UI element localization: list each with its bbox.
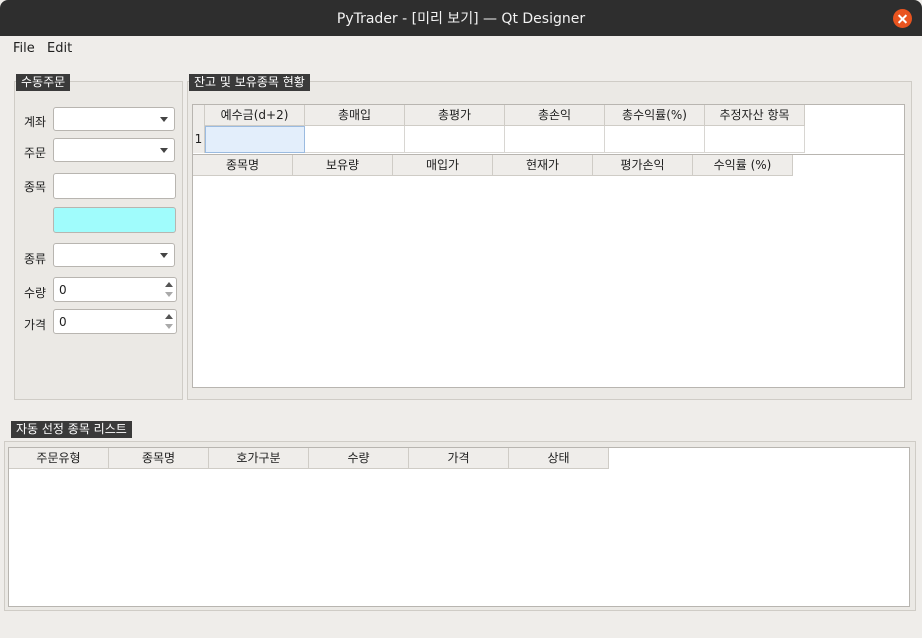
manual-order-title: 수동주문 bbox=[16, 74, 71, 91]
account-combo[interactable] bbox=[53, 107, 175, 131]
column-header[interactable]: 수익률 (%) bbox=[693, 155, 793, 176]
column-header[interactable]: 상태 bbox=[509, 448, 609, 469]
account-label: 계좌 bbox=[24, 115, 47, 129]
price-value: 0 bbox=[59, 315, 67, 329]
table-cell[interactable] bbox=[405, 126, 505, 153]
menu-file[interactable]: File bbox=[13, 41, 35, 56]
column-header[interactable]: 보유량 bbox=[293, 155, 393, 176]
table-cell[interactable] bbox=[505, 126, 605, 153]
price-label: 가격 bbox=[24, 318, 47, 332]
column-header[interactable]: 추정자산 항목 bbox=[705, 105, 805, 126]
column-header[interactable]: 매입가 bbox=[393, 155, 493, 176]
column-header[interactable]: 총평가 bbox=[405, 105, 505, 126]
close-icon[interactable] bbox=[893, 9, 912, 28]
table-cell[interactable] bbox=[605, 126, 705, 153]
spin-down-icon[interactable] bbox=[164, 322, 174, 332]
summary-table: 예수금(d+2) 총매입 총평가 총손익 총수익률(%) 추정자산 항목 1 bbox=[192, 104, 905, 155]
holdings-table[interactable]: 종목명 보유량 매입가 현재가 평가손익 수익률 (%) bbox=[192, 154, 905, 388]
type-label: 종류 bbox=[24, 252, 47, 266]
column-header[interactable]: 현재가 bbox=[493, 155, 593, 176]
column-header[interactable]: 예수금(d+2) bbox=[205, 105, 305, 126]
row-header[interactable]: 1 bbox=[193, 126, 205, 153]
spin-up-icon[interactable] bbox=[164, 311, 174, 321]
price-spinbox[interactable]: 0 bbox=[53, 309, 177, 334]
quantity-label: 수량 bbox=[24, 286, 47, 300]
stock-label: 종목 bbox=[24, 180, 47, 194]
corner-header bbox=[193, 105, 205, 126]
column-header[interactable]: 수량 bbox=[309, 448, 409, 469]
column-header[interactable]: 종목명 bbox=[109, 448, 209, 469]
column-header[interactable]: 가격 bbox=[409, 448, 509, 469]
table-cell[interactable] bbox=[705, 126, 805, 153]
menu-bar: File Edit bbox=[0, 37, 922, 59]
chevron-down-icon bbox=[160, 117, 168, 122]
balance-title: 잔고 및 보유종목 현황 bbox=[189, 74, 310, 91]
quantity-spinbox[interactable]: 0 bbox=[53, 277, 177, 302]
column-header[interactable]: 평가손익 bbox=[593, 155, 693, 176]
menu-edit[interactable]: Edit bbox=[47, 41, 72, 56]
column-header[interactable]: 총매입 bbox=[305, 105, 405, 126]
column-header[interactable]: 주문유형 bbox=[9, 448, 109, 469]
order-combo[interactable] bbox=[53, 138, 175, 162]
auto-list-table[interactable]: 주문유형 종목명 호가구분 수량 가격 상태 bbox=[8, 447, 910, 607]
column-header[interactable]: 종목명 bbox=[193, 155, 293, 176]
spin-up-icon[interactable] bbox=[164, 279, 174, 289]
main-window: PyTrader - [미리 보기] — Qt Designer File Ed… bbox=[0, 0, 922, 638]
chevron-down-icon bbox=[160, 148, 168, 153]
window-title: PyTrader - [미리 보기] — Qt Designer bbox=[336, 11, 586, 27]
spin-down-icon[interactable] bbox=[164, 290, 174, 300]
title-bar: PyTrader - [미리 보기] — Qt Designer bbox=[0, 0, 922, 36]
quantity-value: 0 bbox=[59, 283, 67, 297]
order-label: 주문 bbox=[24, 146, 47, 160]
stock-code-input[interactable] bbox=[53, 173, 176, 199]
column-header[interactable]: 총손익 bbox=[505, 105, 605, 126]
type-combo[interactable] bbox=[53, 243, 175, 267]
stock-name-field[interactable] bbox=[53, 207, 176, 233]
chevron-down-icon bbox=[160, 253, 168, 258]
column-header[interactable]: 호가구분 bbox=[209, 448, 309, 469]
auto-list-title: 자동 선정 종목 리스트 bbox=[11, 421, 132, 438]
table-cell[interactable] bbox=[205, 126, 305, 153]
table-cell[interactable] bbox=[305, 126, 405, 153]
column-header[interactable]: 총수익률(%) bbox=[605, 105, 705, 126]
